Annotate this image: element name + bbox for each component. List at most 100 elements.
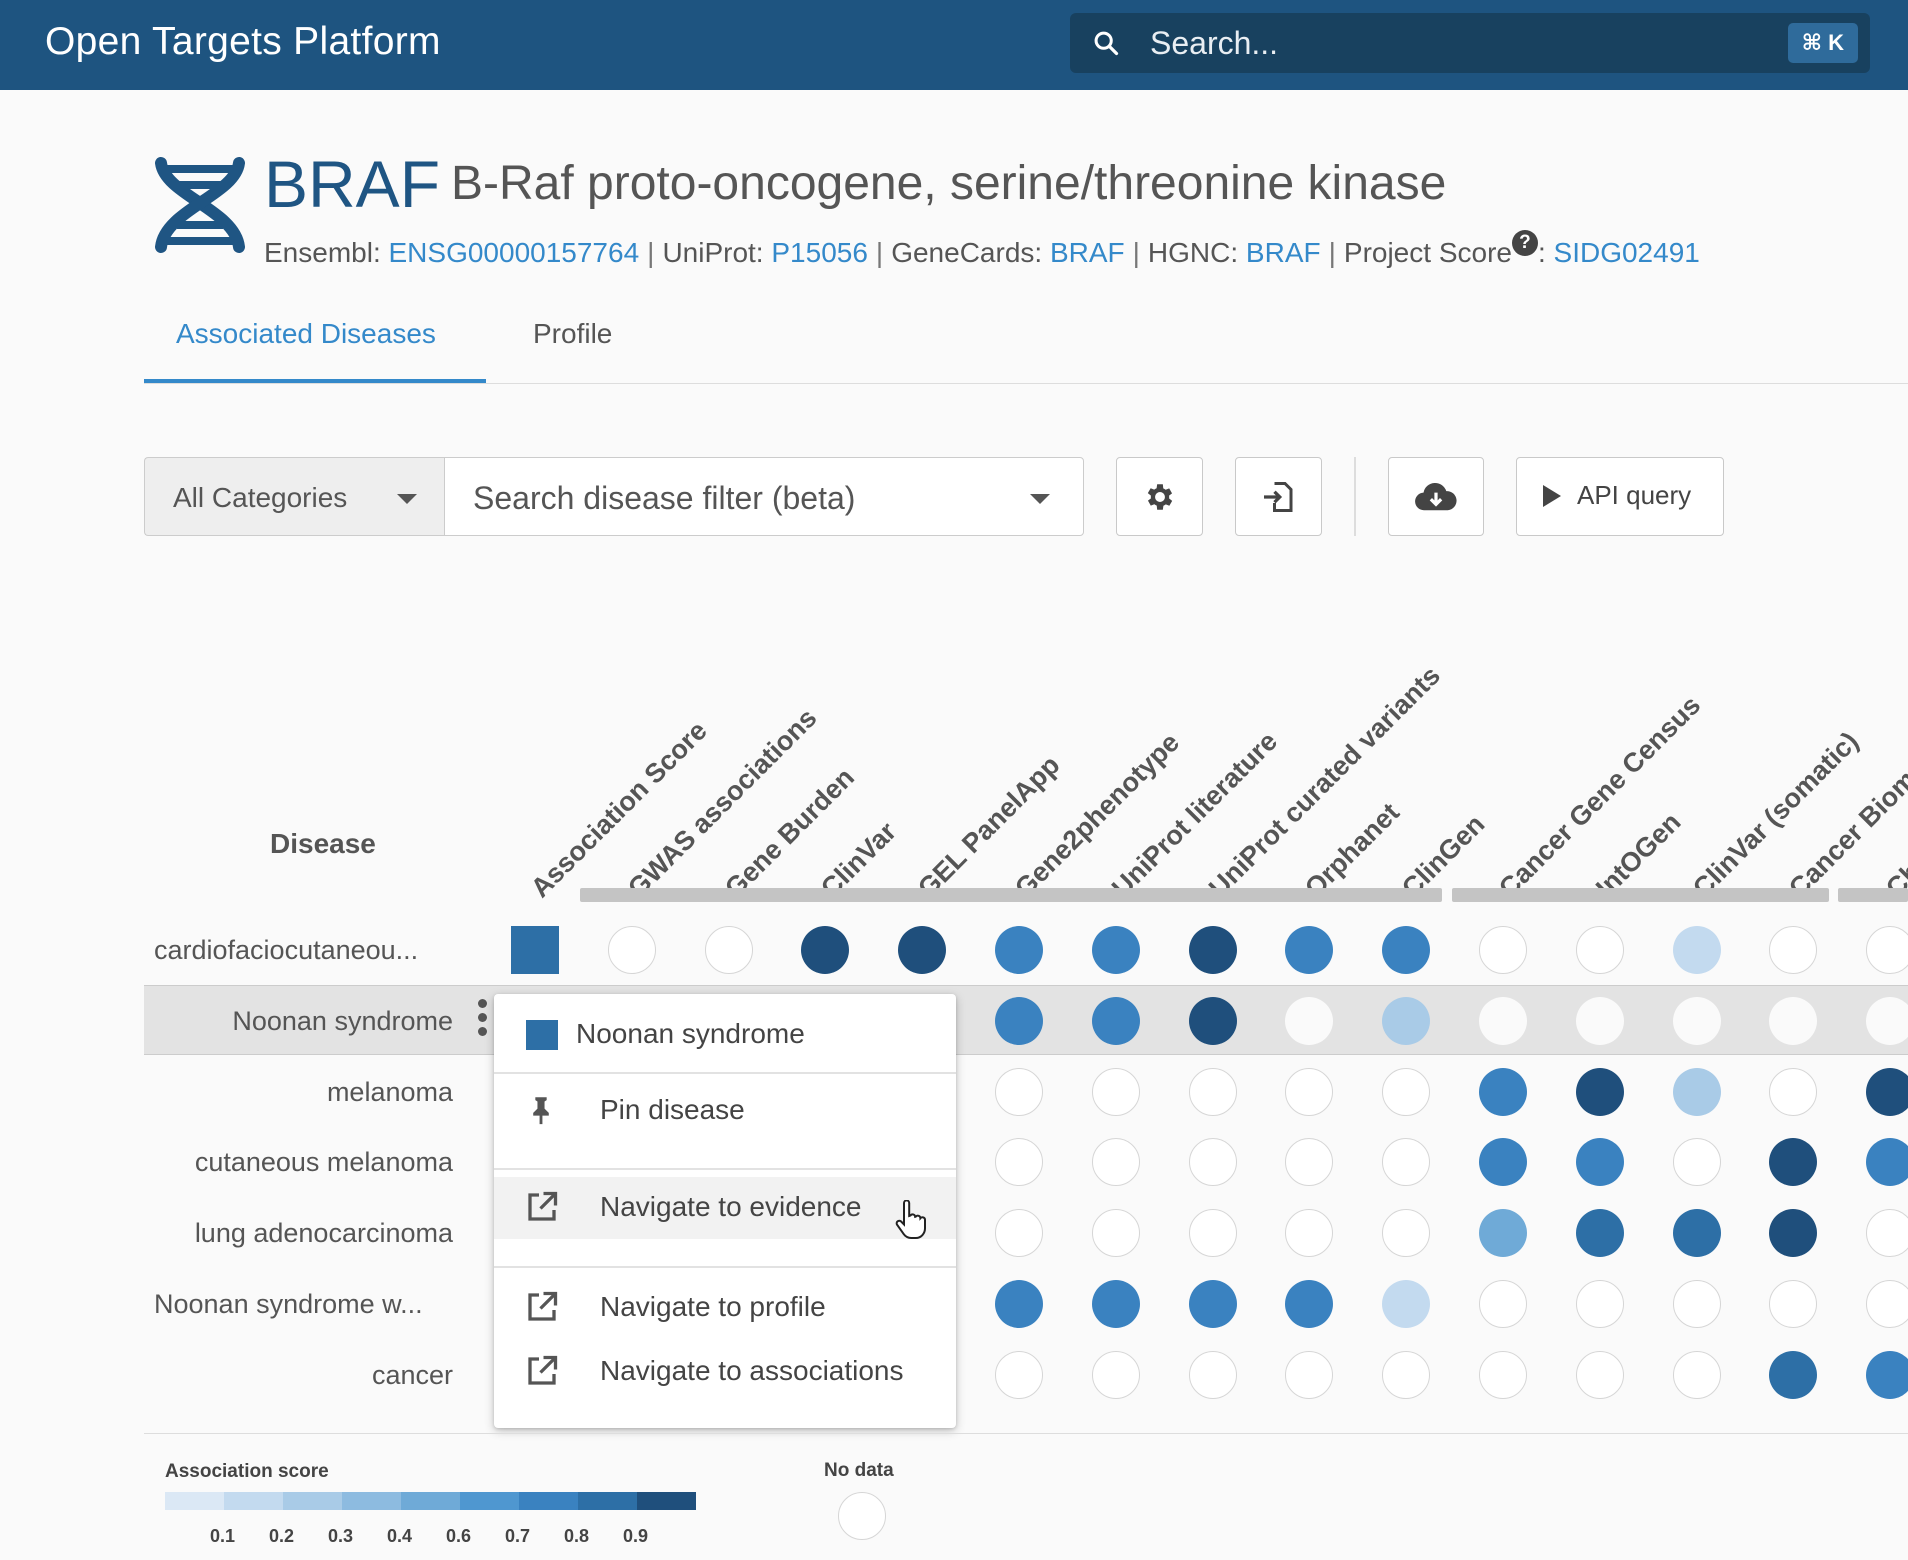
evidence-cell[interactable] <box>1866 1138 1908 1187</box>
evidence-cell[interactable] <box>1575 996 1624 1045</box>
evidence-cell[interactable] <box>995 996 1043 1045</box>
evidence-cell[interactable] <box>1188 996 1237 1045</box>
evidence-cell[interactable] <box>1866 1209 1908 1258</box>
disease-row-label[interactable]: Noonan syndrome <box>232 1006 453 1037</box>
evidence-cell[interactable] <box>995 1209 1043 1258</box>
evidence-cell[interactable] <box>1285 1280 1334 1328</box>
evidence-cell[interactable] <box>1479 1209 1527 1258</box>
download-button[interactable] <box>1388 457 1484 536</box>
disease-row-label[interactable]: Noonan syndrome w... <box>154 1289 423 1320</box>
evidence-cell[interactable] <box>1285 1067 1334 1116</box>
evidence-cell[interactable] <box>1769 1209 1818 1258</box>
category-select[interactable]: All Categories <box>144 457 444 536</box>
association-score-cell[interactable] <box>511 926 559 974</box>
evidence-cell[interactable] <box>1672 1067 1721 1116</box>
disease-row-label[interactable]: cutaneous melanoma <box>195 1147 453 1178</box>
evidence-cell[interactable] <box>1479 996 1527 1045</box>
hgnc-link[interactable]: BRAF <box>1246 237 1321 268</box>
evidence-cell[interactable] <box>1866 926 1908 974</box>
evidence-cell[interactable] <box>1188 1280 1237 1328</box>
evidence-cell[interactable] <box>1091 1280 1140 1328</box>
ensembl-link[interactable]: ENSG00000157764 <box>389 237 640 268</box>
evidence-cell[interactable] <box>995 1280 1043 1328</box>
evidence-cell[interactable] <box>704 926 753 974</box>
disease-row-label[interactable]: melanoma <box>327 1077 453 1108</box>
evidence-cell[interactable] <box>1769 926 1818 974</box>
evidence-cell[interactable] <box>1479 1350 1527 1399</box>
evidence-cell[interactable] <box>1769 1280 1818 1328</box>
evidence-cell[interactable] <box>1188 926 1237 974</box>
evidence-cell[interactable] <box>1575 1350 1624 1399</box>
evidence-cell[interactable] <box>1769 1350 1818 1399</box>
evidence-cell[interactable] <box>1575 1209 1624 1258</box>
settings-button[interactable] <box>1116 457 1203 536</box>
evidence-cell[interactable] <box>1382 1280 1431 1328</box>
evidence-cell[interactable] <box>1285 1138 1334 1187</box>
evidence-cell[interactable] <box>995 1138 1043 1187</box>
evidence-cell[interactable] <box>1188 1067 1237 1116</box>
project-score-link[interactable]: SIDG02491 <box>1554 237 1700 268</box>
evidence-cell[interactable] <box>1672 996 1721 1045</box>
menu-item-navigate-associations[interactable]: Navigate to associations <box>494 1341 956 1403</box>
evidence-cell[interactable] <box>607 926 656 974</box>
menu-item-navigate-profile[interactable]: Navigate to profile <box>494 1277 956 1339</box>
evidence-cell[interactable] <box>1672 1209 1721 1258</box>
tab-associated-diseases[interactable]: Associated Diseases <box>176 318 436 350</box>
evidence-cell[interactable] <box>1091 1067 1140 1116</box>
genecards-link[interactable]: BRAF <box>1050 237 1125 268</box>
evidence-cell[interactable] <box>1091 1209 1140 1258</box>
evidence-cell[interactable] <box>1575 926 1624 974</box>
brand-logo[interactable]: Open Targets Platform <box>45 20 441 64</box>
evidence-cell[interactable] <box>1866 1067 1908 1116</box>
column-header[interactable]: GWAS associations <box>622 703 823 904</box>
row-menu-icon[interactable] <box>478 999 488 1041</box>
disease-row-label[interactable]: cancer <box>372 1360 453 1391</box>
disease-row-label[interactable]: lung adenocarcinoma <box>195 1218 453 1249</box>
evidence-cell[interactable] <box>995 926 1043 974</box>
import-button[interactable] <box>1235 457 1322 536</box>
column-header[interactable]: UniProt literature <box>1106 726 1284 904</box>
help-icon[interactable]: ? <box>1511 230 1538 256</box>
evidence-cell[interactable] <box>1188 1138 1237 1187</box>
evidence-cell[interactable] <box>1769 1138 1818 1187</box>
evidence-cell[interactable] <box>1672 1350 1721 1399</box>
evidence-cell[interactable] <box>1188 1209 1237 1258</box>
evidence-cell[interactable] <box>1382 1138 1431 1187</box>
evidence-cell[interactable] <box>1866 1350 1908 1399</box>
evidence-cell[interactable] <box>1769 1067 1818 1116</box>
evidence-cell[interactable] <box>995 1067 1043 1116</box>
evidence-cell[interactable] <box>1285 996 1334 1045</box>
disease-filter-input[interactable]: Search disease filter (beta) <box>444 457 1084 536</box>
evidence-cell[interactable] <box>801 926 850 974</box>
global-search-input[interactable]: Search... ⌘ K <box>1070 13 1870 73</box>
evidence-cell[interactable] <box>1285 926 1334 974</box>
disease-row-label[interactable]: cardiofaciocutaneou... <box>154 935 418 966</box>
column-header[interactable]: Gene2phenotype <box>1009 727 1186 904</box>
evidence-cell[interactable] <box>1382 1067 1431 1116</box>
evidence-cell[interactable] <box>1382 1350 1431 1399</box>
evidence-cell[interactable] <box>1479 1138 1527 1187</box>
menu-item-pin-disease[interactable]: Pin disease <box>494 1080 956 1142</box>
evidence-cell[interactable] <box>1479 1067 1527 1116</box>
evidence-cell[interactable] <box>1575 1138 1624 1187</box>
evidence-cell[interactable] <box>1091 1138 1140 1187</box>
tab-profile[interactable]: Profile <box>533 318 612 350</box>
evidence-cell[interactable] <box>1382 926 1431 974</box>
evidence-cell[interactable] <box>1091 926 1140 974</box>
evidence-cell[interactable] <box>1575 1067 1624 1116</box>
evidence-cell[interactable] <box>898 926 947 974</box>
evidence-cell[interactable] <box>1769 996 1818 1045</box>
evidence-cell[interactable] <box>1188 1350 1237 1399</box>
evidence-cell[interactable] <box>1091 996 1140 1045</box>
evidence-cell[interactable] <box>1575 1280 1624 1328</box>
evidence-cell[interactable] <box>1091 1350 1140 1399</box>
evidence-cell[interactable] <box>1672 1280 1721 1328</box>
menu-item-navigate-evidence[interactable]: Navigate to evidence <box>494 1177 956 1239</box>
column-header[interactable]: ClinVar (somatic) <box>1687 726 1865 904</box>
evidence-cell[interactable] <box>1866 996 1908 1045</box>
evidence-cell[interactable] <box>1672 1138 1721 1187</box>
uniprot-link[interactable]: P15056 <box>771 237 868 268</box>
api-query-button[interactable]: API query <box>1516 457 1724 536</box>
evidence-cell[interactable] <box>1479 926 1527 974</box>
evidence-cell[interactable] <box>1382 996 1431 1045</box>
